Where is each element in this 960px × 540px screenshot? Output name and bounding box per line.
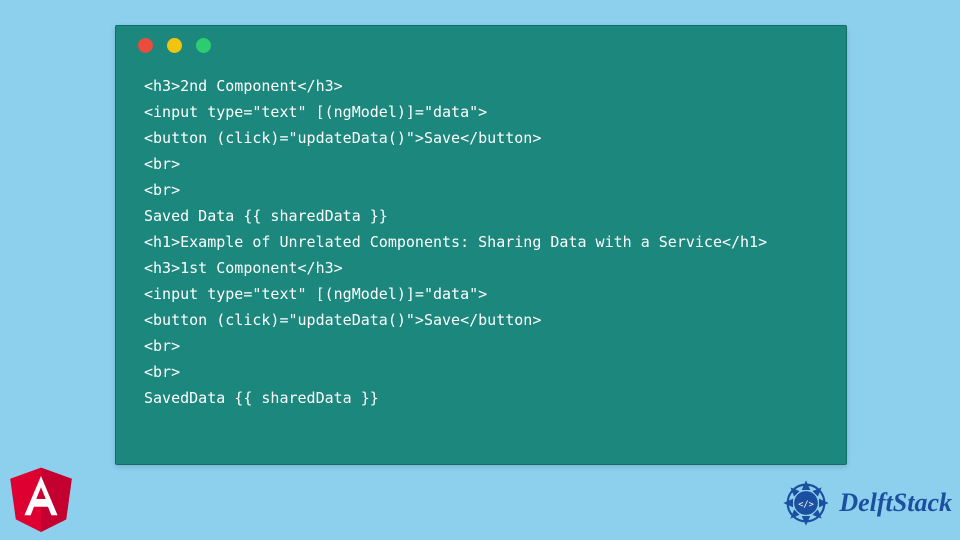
angular-logo-icon <box>6 460 76 534</box>
close-icon <box>138 38 153 53</box>
delftstack-badge-icon: </> <box>779 476 833 530</box>
delftstack-name: DelftStack <box>839 488 952 518</box>
delftstack-logo: </> DelftStack <box>779 476 952 530</box>
window-controls <box>116 26 846 61</box>
svg-text:</>: </> <box>799 500 815 510</box>
maximize-icon <box>196 38 211 53</box>
code-block: <h3>2nd Component</h3> <input type="text… <box>116 61 846 431</box>
code-window: <h3>2nd Component</h3> <input type="text… <box>115 25 847 465</box>
minimize-icon <box>167 38 182 53</box>
